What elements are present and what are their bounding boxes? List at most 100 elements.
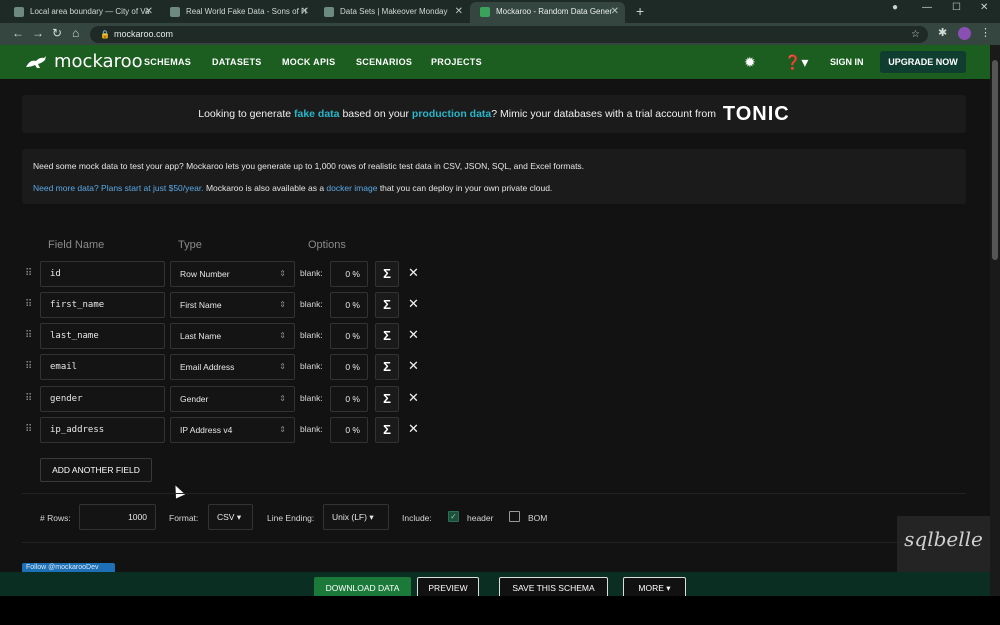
url-input[interactable]: 🔒 mockaroo.com ☆	[90, 26, 928, 43]
field-type-select[interactable]: Email Address ⇕	[170, 354, 295, 380]
field-type-value: Gender	[180, 394, 209, 404]
remove-field-icon[interactable]: ✕	[408, 358, 419, 374]
formula-sigma-button[interactable]: Σ	[375, 417, 399, 443]
add-another-field-button[interactable]: ADD ANOTHER FIELD	[40, 458, 152, 482]
caret-down-icon: ▾	[369, 512, 374, 522]
back-icon[interactable]: ←	[12, 26, 24, 40]
remove-field-icon[interactable]: ✕	[408, 327, 419, 343]
tab-search-icon[interactable]: ●	[892, 2, 898, 13]
drag-handle-icon[interactable]: ⠿	[25, 268, 32, 279]
field-name-input[interactable]: email	[40, 354, 165, 380]
field-name-input[interactable]: last_name	[40, 323, 165, 349]
sign-in-link[interactable]: SIGN IN	[830, 57, 864, 67]
formula-sigma-button[interactable]: Σ	[375, 386, 399, 412]
tab-title: Mockaroo - Random Data Gener	[496, 7, 613, 16]
field-row: ⠿ gender Gender ⇕ blank: 0 % Σ ✕	[0, 386, 440, 412]
nav-schemas[interactable]: SCHEMAS	[144, 57, 191, 67]
field-name-input[interactable]: id	[40, 261, 165, 287]
column-header-type: Type	[178, 239, 202, 251]
maximize-icon[interactable]: ☐	[952, 2, 961, 13]
home-icon[interactable]: ⌂	[72, 26, 79, 40]
info-panel: Need some mock data to test your app? Mo…	[22, 149, 966, 204]
field-type-select[interactable]: First Name ⇕	[170, 292, 295, 318]
field-row: ⠿ email Email Address ⇕ blank: 0 % Σ ✕	[0, 354, 440, 380]
mockaroo-logo[interactable]: mockaroo	[24, 51, 143, 72]
blank-label: blank:	[300, 299, 323, 309]
blank-percent-input[interactable]: 0 %	[330, 292, 368, 318]
blank-percent-input[interactable]: 0 %	[330, 386, 368, 412]
window-close-icon[interactable]: ✕	[980, 2, 988, 13]
field-row: ⠿ id Row Number ⇕ blank: 0 % Σ ✕	[0, 261, 440, 287]
field-name-input[interactable]: gender	[40, 386, 165, 412]
field-type-select[interactable]: IP Address v4 ⇕	[170, 417, 295, 443]
drag-handle-icon[interactable]: ⠿	[25, 424, 32, 435]
formula-sigma-button[interactable]: Σ	[375, 292, 399, 318]
extensions-icon[interactable]: ✱	[938, 26, 947, 39]
new-tab-icon[interactable]: +	[636, 3, 644, 19]
browser-tab[interactable]: Real World Fake Data - Sons of H ✕	[160, 2, 315, 23]
drag-handle-icon[interactable]: ⠿	[25, 393, 32, 404]
blank-percent-input[interactable]: 0 %	[330, 323, 368, 349]
format-value: CSV	[217, 512, 235, 522]
rows-input[interactable]: 1000	[79, 504, 156, 530]
nav-datasets[interactable]: DATASETS	[212, 57, 262, 67]
bookmark-star-icon[interactable]: ☆	[911, 26, 920, 43]
site-header: mockaroo SCHEMAS DATASETS MOCK APIS SCEN…	[0, 45, 1000, 79]
bom-checkbox[interactable]	[509, 511, 520, 522]
formula-sigma-button[interactable]: Σ	[375, 261, 399, 287]
browser-tab[interactable]: Local area boundary — City of Va ✕	[4, 2, 159, 23]
close-icon[interactable]: ✕	[145, 2, 153, 21]
close-icon[interactable]: ✕	[455, 2, 463, 21]
info-line-2: Need more data? Plans start at just $50/…	[33, 183, 552, 193]
info-text: that you can deploy in your own private …	[377, 183, 553, 193]
remove-field-icon[interactable]: ✕	[408, 296, 419, 312]
pricing-link[interactable]: Need more data? Plans start at just $50/…	[33, 183, 204, 193]
remove-field-icon[interactable]: ✕	[408, 265, 419, 281]
blank-percent-input[interactable]: 0 %	[330, 354, 368, 380]
blank-percent-input[interactable]: 0 %	[330, 417, 368, 443]
tonic-promo-banner[interactable]: Looking to generate fake data based on y…	[22, 95, 966, 133]
sqlbelle-watermark: sqlbelle	[897, 516, 990, 572]
line-ending-value: Unix (LF)	[332, 512, 367, 522]
browser-tab-active[interactable]: Mockaroo - Random Data Gener ✕	[470, 2, 625, 23]
theme-toggle-icon[interactable]: ✹	[744, 54, 756, 71]
scrollbar-thumb[interactable]	[992, 60, 998, 260]
remove-field-icon[interactable]: ✕	[408, 390, 419, 406]
nav-scenarios[interactable]: SCENARIOS	[356, 57, 412, 67]
line-ending-select[interactable]: Unix (LF) ▾	[323, 504, 389, 530]
field-type-select[interactable]: Row Number ⇕	[170, 261, 295, 287]
close-icon[interactable]: ✕	[301, 2, 309, 21]
reload-icon[interactable]: ↻	[52, 26, 62, 40]
promo-highlight-production-data: production data	[411, 108, 492, 120]
format-select[interactable]: CSV ▾	[208, 504, 253, 530]
docker-image-link[interactable]: docker image	[326, 183, 377, 193]
drag-handle-icon[interactable]: ⠿	[25, 361, 32, 372]
drag-handle-icon[interactable]: ⠿	[25, 330, 32, 341]
line-ending-label: Line Ending:	[267, 513, 315, 523]
field-row: ⠿ last_name Last Name ⇕ blank: 0 % Σ ✕	[0, 323, 440, 349]
formula-sigma-button[interactable]: Σ	[375, 323, 399, 349]
blank-label: blank:	[300, 268, 323, 278]
drag-handle-icon[interactable]: ⠿	[25, 299, 32, 310]
formula-sigma-button[interactable]: Σ	[375, 354, 399, 380]
minimize-icon[interactable]: —	[922, 2, 932, 13]
format-label: Format:	[169, 513, 199, 523]
field-type-select[interactable]: Last Name ⇕	[170, 323, 295, 349]
nav-mock-apis[interactable]: MOCK APIS	[282, 57, 335, 67]
browser-tab[interactable]: Data Sets | Makeover Monday ✕	[314, 2, 469, 23]
nav-projects[interactable]: PROJECTS	[431, 57, 482, 67]
forward-icon[interactable]: →	[32, 26, 44, 40]
header-checkbox[interactable]: ✓	[448, 511, 459, 522]
field-name-input[interactable]: ip_address	[40, 417, 165, 443]
close-icon[interactable]: ✕	[611, 2, 619, 21]
help-icon[interactable]: ❓▾	[784, 54, 808, 71]
upgrade-now-button[interactable]: UPGRADE NOW	[880, 51, 966, 73]
browser-menu-icon[interactable]: ⋮	[980, 26, 991, 39]
field-name-input[interactable]: first_name	[40, 292, 165, 318]
remove-field-icon[interactable]: ✕	[408, 421, 419, 437]
profile-avatar[interactable]	[958, 27, 971, 40]
field-type-select[interactable]: Gender ⇕	[170, 386, 295, 412]
letterbox-bar	[0, 596, 1000, 625]
blank-percent-input[interactable]: 0 %	[330, 261, 368, 287]
tonic-logo: TONIC	[722, 103, 790, 126]
